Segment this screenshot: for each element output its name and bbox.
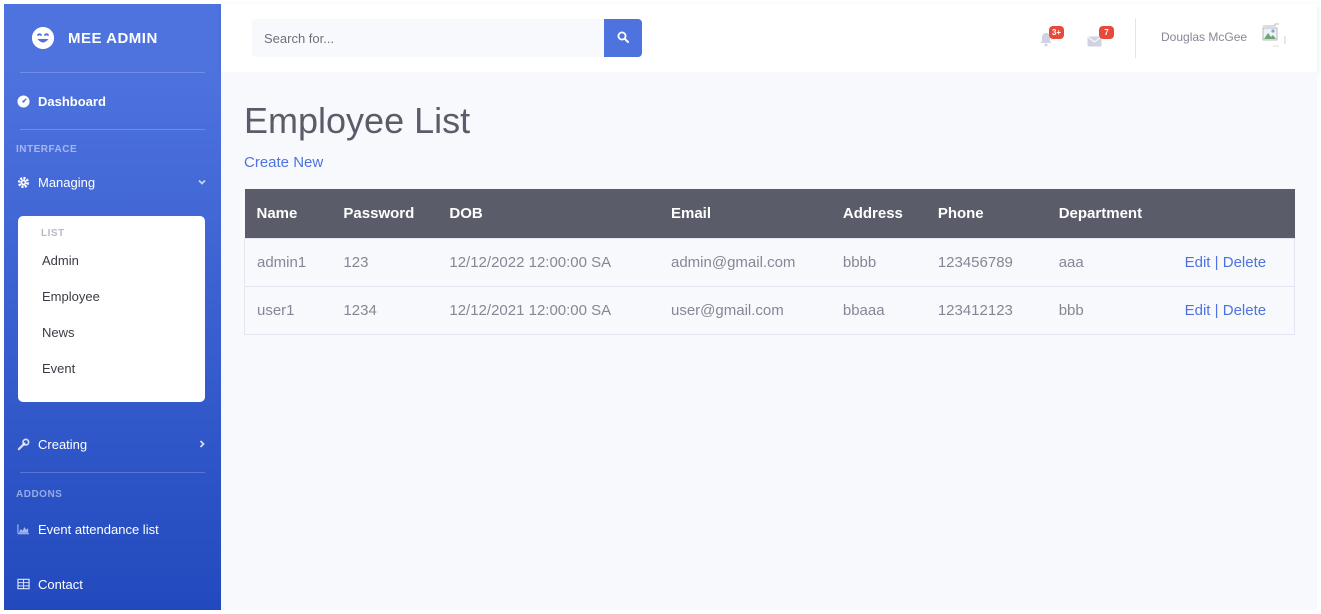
edit-link[interactable]: Edit xyxy=(1185,254,1211,271)
sidebar-item-contact[interactable]: Contact xyxy=(4,558,221,610)
collapse-heading: LIST xyxy=(41,228,65,239)
avatar[interactable] xyxy=(1261,22,1287,48)
cell-name: user1 xyxy=(244,285,332,335)
wrench-icon xyxy=(16,438,30,451)
sidebar-item-label: Managing xyxy=(38,174,96,190)
alerts-dropdown[interactable]: 3+ xyxy=(1039,26,1065,50)
edit-link[interactable]: Edit xyxy=(1185,302,1211,319)
cell-department: bbb xyxy=(1046,285,1173,335)
messages-badge: 7 xyxy=(1099,26,1114,39)
cell-name: admin1 xyxy=(244,237,332,287)
cell-address: bbaaa xyxy=(830,285,926,335)
column-header: Address xyxy=(842,204,903,222)
brand-name: MEE ADMIN xyxy=(68,29,158,47)
cell-actions: Edit | Delete xyxy=(1172,285,1295,335)
chevron-right-icon xyxy=(197,437,207,452)
sidebar-item-creating[interactable]: Creating xyxy=(4,416,221,472)
table-header-row: Name Password DOB Email Address Phone De… xyxy=(244,189,1295,238)
topbar: 3+ 7 Douglas McGee xyxy=(221,4,1317,72)
sidebar-item-label: Event attendance list xyxy=(38,521,159,537)
cell-password: 123 xyxy=(331,237,438,287)
table-row: admin1 123 12/12/2022 12:00:00 SA admin@… xyxy=(244,237,1295,287)
topbar-divider xyxy=(1135,18,1136,58)
sidebar-brand[interactable]: MEE ADMIN xyxy=(4,4,221,72)
sidebar-item-label: Dashboard xyxy=(38,93,106,109)
column-header: DOB xyxy=(449,204,483,222)
column-header: Password xyxy=(343,204,415,222)
cell-phone: 123412123 xyxy=(925,285,1047,335)
column-header: Name xyxy=(256,204,298,222)
collapse-item-admin[interactable]: Admin xyxy=(18,251,205,287)
cell-address: bbbb xyxy=(830,237,926,287)
cell-actions: Edit | Delete xyxy=(1172,237,1295,287)
collapse-item-news[interactable]: News xyxy=(18,323,205,359)
table-row: user1 1234 12/12/2021 12:00:00 SA user@g… xyxy=(244,285,1295,335)
column-header xyxy=(1173,189,1295,238)
sidebar-item-managing[interactable]: Managing xyxy=(4,161,221,203)
cog-icon xyxy=(16,176,30,189)
sidebar-item-label: Creating xyxy=(38,436,88,452)
section-heading-addons: ADDONS xyxy=(16,489,63,500)
search-icon xyxy=(617,31,629,46)
employee-table: Name Password DOB Email Address Phone De… xyxy=(244,189,1295,335)
column-header: Phone xyxy=(937,204,984,222)
section-heading-interface: INTERFACE xyxy=(16,144,78,155)
messages-dropdown[interactable]: 7 xyxy=(1087,26,1114,50)
managing-collapse-menu: LIST Admin Employee News Event xyxy=(18,216,205,402)
create-new-link[interactable]: Create New xyxy=(244,154,323,171)
cell-email: admin@gmail.com xyxy=(658,237,831,287)
cell-department: aaa xyxy=(1046,237,1173,287)
page-title: Employee List xyxy=(244,100,471,141)
chart-area-icon xyxy=(16,523,30,535)
tachometer-icon xyxy=(16,94,30,108)
sidebar-item-dashboard[interactable]: Dashboard xyxy=(4,73,221,129)
cell-dob: 12/12/2022 12:00:00 SA xyxy=(437,237,659,287)
main-content: Employee List Create New Name Password D… xyxy=(221,72,1317,610)
search-form xyxy=(252,19,642,57)
laugh-wink-icon xyxy=(32,27,54,49)
table-icon xyxy=(16,578,30,590)
delete-link[interactable]: Delete xyxy=(1223,254,1266,271)
delete-link[interactable]: Delete xyxy=(1223,302,1266,319)
column-header: Department xyxy=(1058,204,1143,222)
search-button[interactable] xyxy=(604,19,642,57)
cell-email: user@gmail.com xyxy=(658,285,831,335)
cell-password: 1234 xyxy=(331,285,438,335)
cell-phone: 123456789 xyxy=(925,237,1047,287)
sidebar: MEE ADMIN Dashboard INTERFACE Managing L… xyxy=(4,4,221,610)
collapse-item-event[interactable]: Event xyxy=(18,359,205,395)
collapse-item-employee[interactable]: Employee xyxy=(18,287,205,323)
sidebar-item-event-attendance[interactable]: Event attendance list xyxy=(4,500,221,558)
alerts-badge: 3+ xyxy=(1049,26,1064,39)
sidebar-item-label: Contact xyxy=(38,576,83,592)
search-input[interactable] xyxy=(252,19,604,57)
user-name[interactable]: Douglas McGee xyxy=(1161,30,1247,44)
column-header: Email xyxy=(670,204,712,222)
cell-dob: 12/12/2021 12:00:00 SA xyxy=(437,285,659,335)
chevron-down-icon xyxy=(197,175,207,190)
